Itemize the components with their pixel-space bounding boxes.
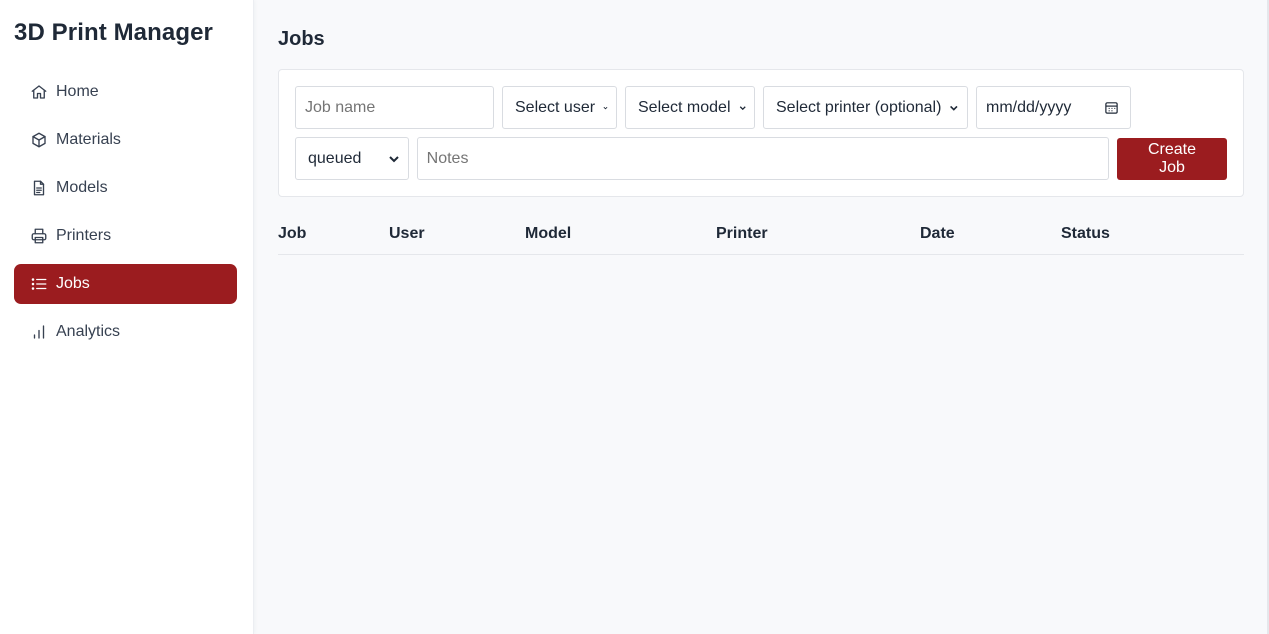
- sidebar-nav: Home Materials Models Printers Jobs Anal…: [14, 72, 237, 352]
- page-title: Jobs: [278, 28, 325, 50]
- sidebar: 3D Print Manager Home Materials Models P…: [0, 0, 254, 634]
- sidebar-item-label: Jobs: [56, 275, 90, 292]
- date-input-value: mm/dd/yyyy: [986, 98, 1072, 116]
- chevron-down-icon: [388, 155, 399, 162]
- column-header-job[interactable]: Job: [278, 225, 389, 243]
- column-header-printer[interactable]: Printer: [716, 225, 920, 243]
- form-row-1: Select user Select model Select printer …: [295, 86, 1227, 129]
- job-name-input[interactable]: [295, 86, 494, 129]
- column-header-status[interactable]: Status: [1061, 225, 1181, 243]
- sidebar-item-label: Materials: [56, 131, 121, 148]
- user-select-value: Select user: [515, 98, 596, 116]
- jobs-table: Job User Model Printer Date Status: [278, 225, 1244, 255]
- status-select[interactable]: queued: [295, 137, 409, 180]
- sidebar-item-jobs[interactable]: Jobs: [14, 264, 237, 304]
- calendar-icon[interactable]: [1104, 100, 1119, 115]
- sidebar-item-home[interactable]: Home: [14, 72, 237, 112]
- notes-input[interactable]: [416, 137, 1110, 180]
- app-root: 3D Print Manager Home Materials Models P…: [0, 0, 1269, 634]
- chevron-down-icon: [603, 106, 608, 109]
- chevron-down-icon: [739, 105, 746, 110]
- document-icon: [30, 179, 48, 197]
- sidebar-item-analytics[interactable]: Analytics: [14, 312, 237, 352]
- chevron-down-icon: [950, 105, 958, 111]
- main-content: Jobs Select user Select model Select pri…: [254, 0, 1269, 634]
- list-icon: [30, 275, 48, 293]
- app-brand: 3D Print Manager: [14, 19, 213, 46]
- date-input[interactable]: mm/dd/yyyy: [976, 86, 1131, 129]
- sidebar-item-materials[interactable]: Materials: [14, 120, 237, 160]
- create-job-button[interactable]: Create Job: [1117, 137, 1227, 180]
- sidebar-item-label: Home: [56, 83, 99, 100]
- sidebar-item-printers[interactable]: Printers: [14, 216, 237, 256]
- home-icon: [30, 83, 48, 101]
- form-row-2: queued Create Job: [295, 137, 1227, 180]
- user-select[interactable]: Select user: [502, 86, 617, 129]
- model-select[interactable]: Select model: [625, 86, 755, 129]
- sidebar-item-models[interactable]: Models: [14, 168, 237, 208]
- cube-icon: [30, 131, 48, 149]
- sidebar-item-label: Printers: [56, 227, 112, 244]
- bar-chart-icon: [30, 323, 48, 341]
- sidebar-item-label: Models: [56, 179, 108, 196]
- printer-select-value: Select printer (optional): [776, 98, 942, 116]
- table-header: Job User Model Printer Date Status: [278, 225, 1244, 255]
- status-select-value: queued: [308, 149, 362, 167]
- printer-icon: [30, 227, 48, 245]
- sidebar-item-label: Analytics: [56, 323, 121, 340]
- column-header-model[interactable]: Model: [525, 225, 716, 243]
- column-header-user[interactable]: User: [389, 225, 525, 243]
- column-header-date[interactable]: Date: [920, 225, 1061, 243]
- printer-select[interactable]: Select printer (optional): [763, 86, 968, 129]
- model-select-value: Select model: [638, 98, 731, 116]
- create-job-form: Select user Select model Select printer …: [278, 69, 1244, 197]
